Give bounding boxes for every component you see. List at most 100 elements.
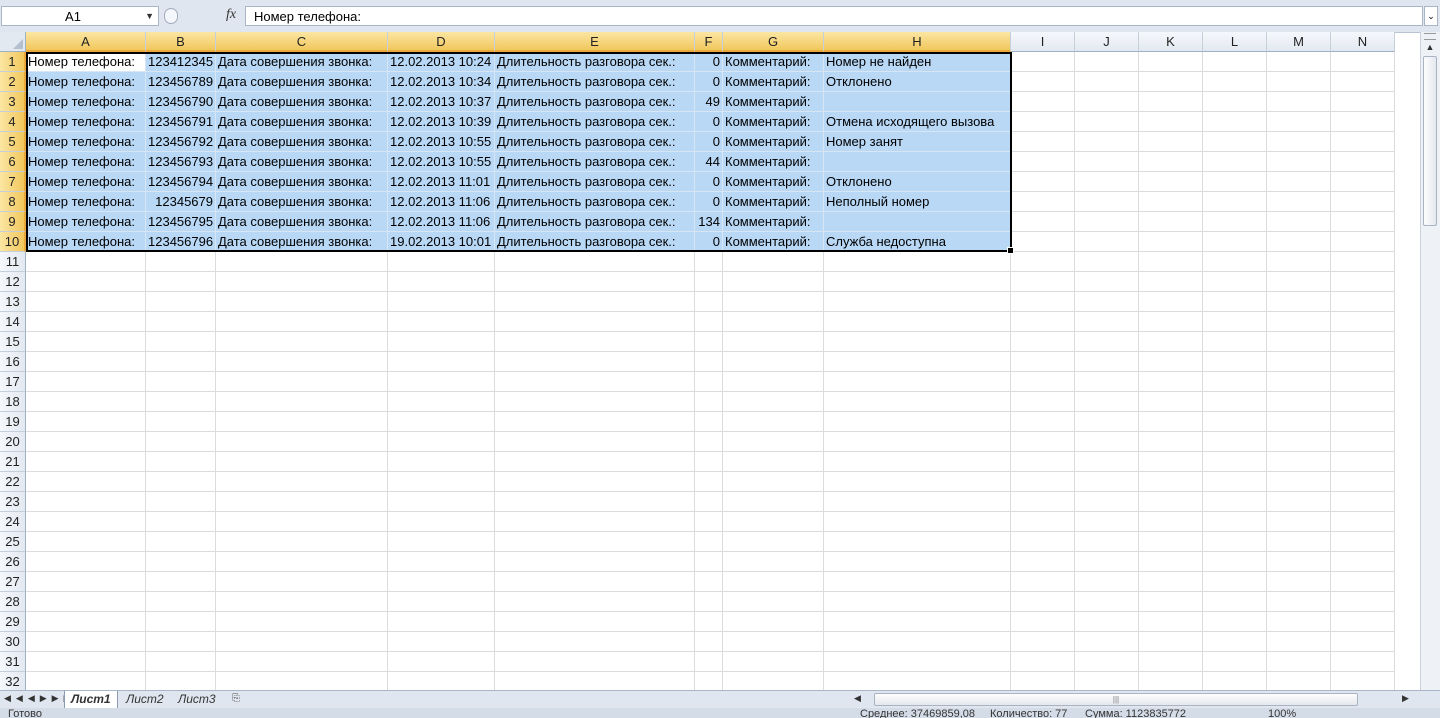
cell-j6[interactable] xyxy=(1075,152,1139,172)
row-header-31[interactable]: 31 xyxy=(0,652,26,672)
cell-c30[interactable] xyxy=(216,632,388,652)
cell-g32[interactable] xyxy=(723,672,824,690)
cell-d16[interactable] xyxy=(388,352,495,372)
cell-k16[interactable] xyxy=(1139,352,1203,372)
cell-g24[interactable] xyxy=(723,512,824,532)
cell-l17[interactable] xyxy=(1203,372,1267,392)
cell-m23[interactable] xyxy=(1267,492,1331,512)
cell-b31[interactable] xyxy=(146,652,216,672)
horizontal-scrollbar[interactable]: ◀ ||| ▶ xyxy=(852,692,1420,707)
cell-m3[interactable] xyxy=(1267,92,1331,112)
cell-n10[interactable] xyxy=(1331,232,1395,252)
cell-l11[interactable] xyxy=(1203,252,1267,272)
cell-g16[interactable] xyxy=(723,352,824,372)
cell-i5[interactable] xyxy=(1011,132,1075,152)
cell-k2[interactable] xyxy=(1139,72,1203,92)
cell-h18[interactable] xyxy=(824,392,1011,412)
cell-j30[interactable] xyxy=(1075,632,1139,652)
cell-k21[interactable] xyxy=(1139,452,1203,472)
cell-b18[interactable] xyxy=(146,392,216,412)
cell-b23[interactable] xyxy=(146,492,216,512)
cell-f5[interactable]: 0 xyxy=(695,132,723,152)
cell-a8[interactable]: Номер телефона: xyxy=(26,192,146,212)
cell-l24[interactable] xyxy=(1203,512,1267,532)
cell-h8[interactable]: Неполный номер xyxy=(824,192,1011,212)
cell-l18[interactable] xyxy=(1203,392,1267,412)
tab-sheet2[interactable]: Лист2 xyxy=(120,691,170,708)
cell-n24[interactable] xyxy=(1331,512,1395,532)
cell-b6[interactable]: 123456793 xyxy=(146,152,216,172)
cell-l32[interactable] xyxy=(1203,672,1267,690)
cell-h7[interactable]: Отклонено xyxy=(824,172,1011,192)
column-header-i[interactable]: I xyxy=(1011,32,1075,52)
cell-a16[interactable] xyxy=(26,352,146,372)
cell-h26[interactable] xyxy=(824,552,1011,572)
cell-f28[interactable] xyxy=(695,592,723,612)
row-header-4[interactable]: 4 xyxy=(0,112,26,132)
cell-a30[interactable] xyxy=(26,632,146,652)
scroll-right-icon[interactable]: ▶ xyxy=(1402,693,1409,704)
cell-j2[interactable] xyxy=(1075,72,1139,92)
cell-l4[interactable] xyxy=(1203,112,1267,132)
cell-k29[interactable] xyxy=(1139,612,1203,632)
cell-i20[interactable] xyxy=(1011,432,1075,452)
cell-j12[interactable] xyxy=(1075,272,1139,292)
cell-m27[interactable] xyxy=(1267,572,1331,592)
row-header-19[interactable]: 19 xyxy=(0,412,26,432)
cell-m9[interactable] xyxy=(1267,212,1331,232)
cell-c23[interactable] xyxy=(216,492,388,512)
cell-f20[interactable] xyxy=(695,432,723,452)
cell-l29[interactable] xyxy=(1203,612,1267,632)
cell-e24[interactable] xyxy=(495,512,695,532)
cell-b11[interactable] xyxy=(146,252,216,272)
cell-h10[interactable]: Служба недоступна xyxy=(824,232,1011,252)
tab-sheet3[interactable]: Лист3 xyxy=(172,691,222,708)
scroll-left-icon[interactable]: ◀ xyxy=(854,693,861,704)
cell-h30[interactable] xyxy=(824,632,1011,652)
cell-i25[interactable] xyxy=(1011,532,1075,552)
cell-g19[interactable] xyxy=(723,412,824,432)
cell-j1[interactable] xyxy=(1075,52,1139,72)
cell-h20[interactable] xyxy=(824,432,1011,452)
cell-c28[interactable] xyxy=(216,592,388,612)
row-header-1[interactable]: 1 xyxy=(0,52,26,72)
cell-j13[interactable] xyxy=(1075,292,1139,312)
cell-n4[interactable] xyxy=(1331,112,1395,132)
cell-h2[interactable]: Отклонено xyxy=(824,72,1011,92)
insert-sheet-icon[interactable]: ⎘ xyxy=(232,693,248,705)
cell-k8[interactable] xyxy=(1139,192,1203,212)
cell-m29[interactable] xyxy=(1267,612,1331,632)
cell-d21[interactable] xyxy=(388,452,495,472)
cell-l30[interactable] xyxy=(1203,632,1267,652)
cell-n7[interactable] xyxy=(1331,172,1395,192)
cell-c5[interactable]: Дата совершения звонка: xyxy=(216,132,388,152)
cell-i6[interactable] xyxy=(1011,152,1075,172)
cell-d32[interactable] xyxy=(388,672,495,690)
cell-m30[interactable] xyxy=(1267,632,1331,652)
cell-d11[interactable] xyxy=(388,252,495,272)
cell-a20[interactable] xyxy=(26,432,146,452)
cell-c1[interactable]: Дата совершения звонка: xyxy=(216,52,388,72)
cell-l2[interactable] xyxy=(1203,72,1267,92)
cell-h27[interactable] xyxy=(824,572,1011,592)
cell-e20[interactable] xyxy=(495,432,695,452)
cell-g7[interactable]: Комментарий: xyxy=(723,172,824,192)
cell-e15[interactable] xyxy=(495,332,695,352)
cell-k9[interactable] xyxy=(1139,212,1203,232)
cell-i30[interactable] xyxy=(1011,632,1075,652)
cell-e1[interactable]: Длительность разговора сек.: xyxy=(495,52,695,72)
cell-n3[interactable] xyxy=(1331,92,1395,112)
cell-g23[interactable] xyxy=(723,492,824,512)
cell-m21[interactable] xyxy=(1267,452,1331,472)
row-header-16[interactable]: 16 xyxy=(0,352,26,372)
cell-c11[interactable] xyxy=(216,252,388,272)
cell-f22[interactable] xyxy=(695,472,723,492)
cell-a22[interactable] xyxy=(26,472,146,492)
cell-e4[interactable]: Длительность разговора сек.: xyxy=(495,112,695,132)
cell-k3[interactable] xyxy=(1139,92,1203,112)
cell-f18[interactable] xyxy=(695,392,723,412)
cell-f8[interactable]: 0 xyxy=(695,192,723,212)
cell-e9[interactable]: Длительность разговора сек.: xyxy=(495,212,695,232)
scroll-up-icon[interactable]: ▲ xyxy=(1423,40,1437,54)
cell-b30[interactable] xyxy=(146,632,216,652)
